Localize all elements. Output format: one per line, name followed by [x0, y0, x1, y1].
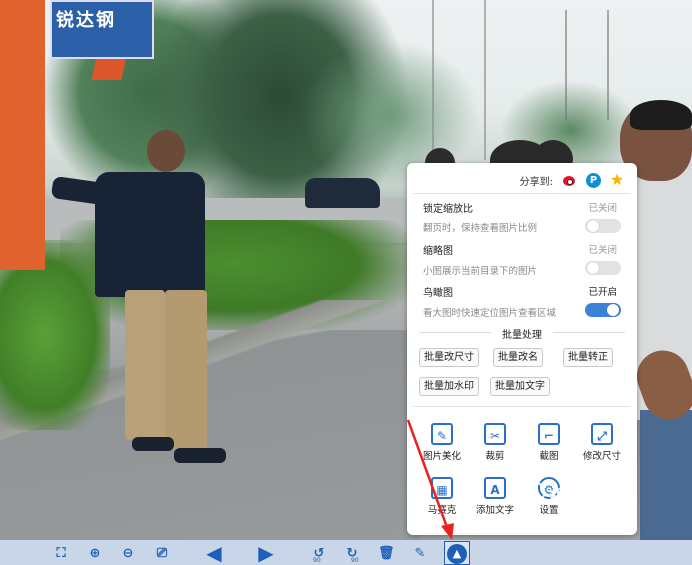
red-arrow-annotation	[406, 419, 454, 540]
